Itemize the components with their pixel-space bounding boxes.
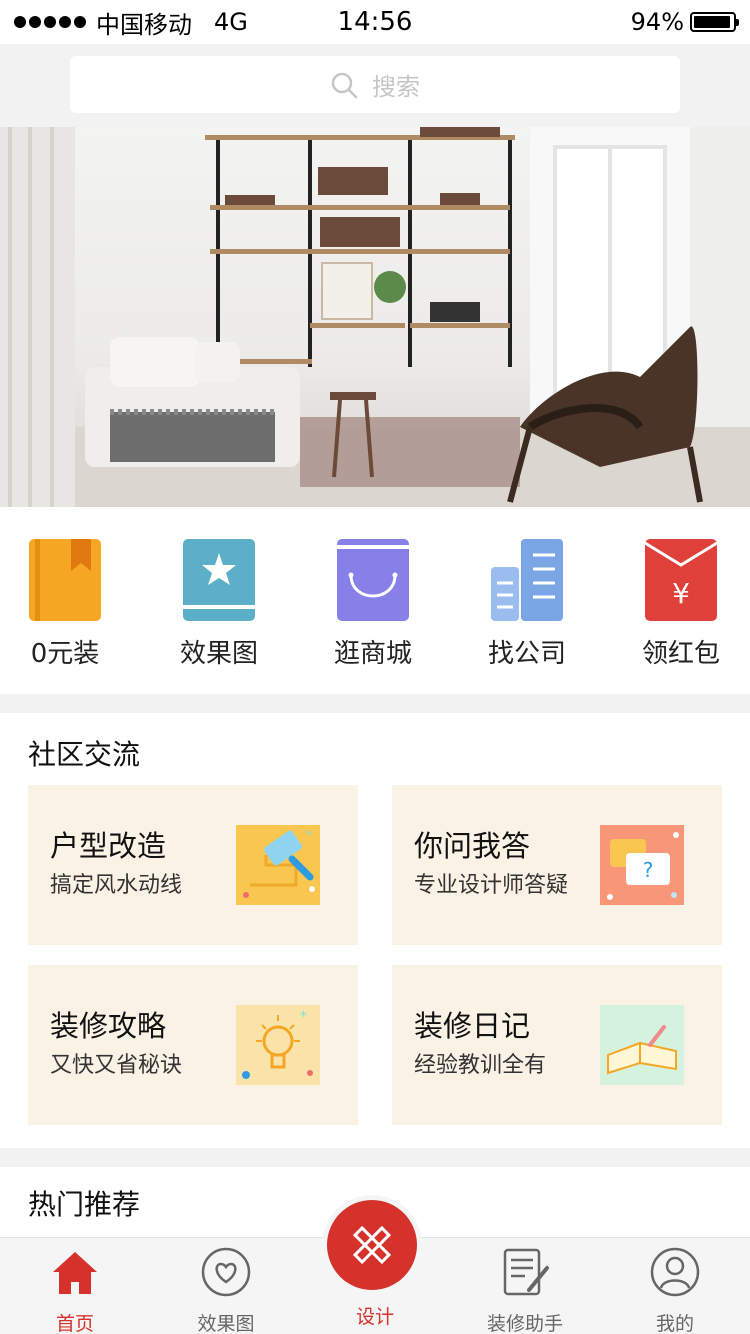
search-icon <box>331 72 358 98</box>
nav-find-company[interactable]: 找公司 <box>462 539 592 679</box>
quick-nav: 0元装 效果图 逛商城 找公司 ¥ 领红包 <box>0 507 750 694</box>
status-bar: 中国移动 4G 14:56 94% <box>0 0 750 44</box>
community-section: 社区交流 户型改造 搞定风水动线 * 你问我答 专业设计师答疑 ? 装修攻略 又… <box>0 713 750 1148</box>
nav-label: 逛商城 <box>333 639 412 669</box>
network-type: 4G <box>214 8 248 36</box>
tab-renderings[interactable]: 效果图 <box>171 1246 281 1334</box>
card-title: 你问我答 <box>414 829 531 863</box>
nav-zero-cost[interactable]: 0元装 <box>0 539 130 679</box>
card-subtitle: 经验教训全有 <box>414 1053 547 1078</box>
card-title: 装修日记 <box>414 1009 531 1043</box>
card-layout-renovation[interactable]: 户型改造 搞定风水动线 * <box>28 785 358 945</box>
battery-percent: 94% <box>630 8 684 36</box>
buildings-icon <box>491 539 563 621</box>
tab-label: 我的 <box>655 1313 694 1334</box>
tab-home[interactable]: 首页 <box>20 1246 130 1334</box>
banner-image[interactable] <box>0 127 750 507</box>
shopping-bag-icon <box>337 539 409 621</box>
battery-icon <box>690 12 739 32</box>
tab-assistant[interactable]: 装修助手 <box>470 1246 580 1334</box>
card-title: 装修攻略 <box>50 1009 167 1043</box>
carrier-name: 中国移动 <box>96 10 192 39</box>
card-title: 户型改造 <box>50 829 167 863</box>
star-book-icon <box>183 539 255 621</box>
svg-text:*: * <box>306 828 312 842</box>
nav-label: 找公司 <box>487 639 566 669</box>
home-icon <box>53 1252 97 1294</box>
notepad-icon <box>503 1248 549 1296</box>
nav-renderings[interactable]: 效果图 <box>154 539 284 679</box>
svg-text:*: * <box>300 1009 307 1025</box>
design-button[interactable] <box>327 1200 417 1290</box>
battery: 94% <box>630 8 739 36</box>
svg-text:?: ? <box>643 858 654 882</box>
lightbulb-icon: * <box>236 1005 320 1085</box>
section-title: 热门推荐 <box>28 1188 141 1221</box>
card-subtitle: 又快又省秘诀 <box>50 1053 183 1078</box>
orange-book-icon <box>29 539 101 621</box>
tab-me[interactable]: 我的 <box>620 1246 730 1334</box>
section-title: 社区交流 <box>28 738 141 771</box>
ruler-pencil-icon <box>352 1225 392 1265</box>
card-subtitle: 搞定风水动线 <box>50 873 183 898</box>
tab-label: 效果图 <box>197 1313 255 1334</box>
nav-label: 效果图 <box>179 639 258 669</box>
chat-bubble-icon: ? <box>600 825 684 905</box>
nav-label: 领红包 <box>641 639 720 669</box>
card-diary[interactable]: 装修日记 经验教训全有 <box>392 965 722 1125</box>
nav-mall[interactable]: 逛商城 <box>308 539 438 679</box>
open-book-icon <box>600 1005 684 1085</box>
tab-label-design: 设计 <box>355 1306 394 1328</box>
search-placeholder: 搜索 <box>372 73 420 101</box>
tab-label: 装修助手 <box>486 1313 563 1334</box>
search-area: 搜索 <box>0 44 750 127</box>
user-icon <box>650 1247 700 1297</box>
card-qa[interactable]: 你问我答 专业设计师答疑 ? <box>392 785 722 945</box>
signal-icon <box>14 16 86 28</box>
tab-label: 首页 <box>55 1313 94 1334</box>
heart-icon <box>201 1247 251 1297</box>
nav-red-packet[interactable]: ¥ 领红包 <box>616 539 746 679</box>
card-subtitle: 专业设计师答疑 <box>414 873 569 898</box>
card-guide[interactable]: 装修攻略 又快又省秘诀 * <box>28 965 358 1125</box>
hammer-icon: * <box>236 825 320 905</box>
search-input[interactable]: 搜索 <box>70 56 680 113</box>
svg-text:¥: ¥ <box>672 577 690 610</box>
tab-bar: 首页 效果图 设计 装修助手 我的 <box>0 1200 750 1334</box>
red-envelope-icon: ¥ <box>644 539 718 621</box>
nav-label: 0元装 <box>30 639 100 669</box>
